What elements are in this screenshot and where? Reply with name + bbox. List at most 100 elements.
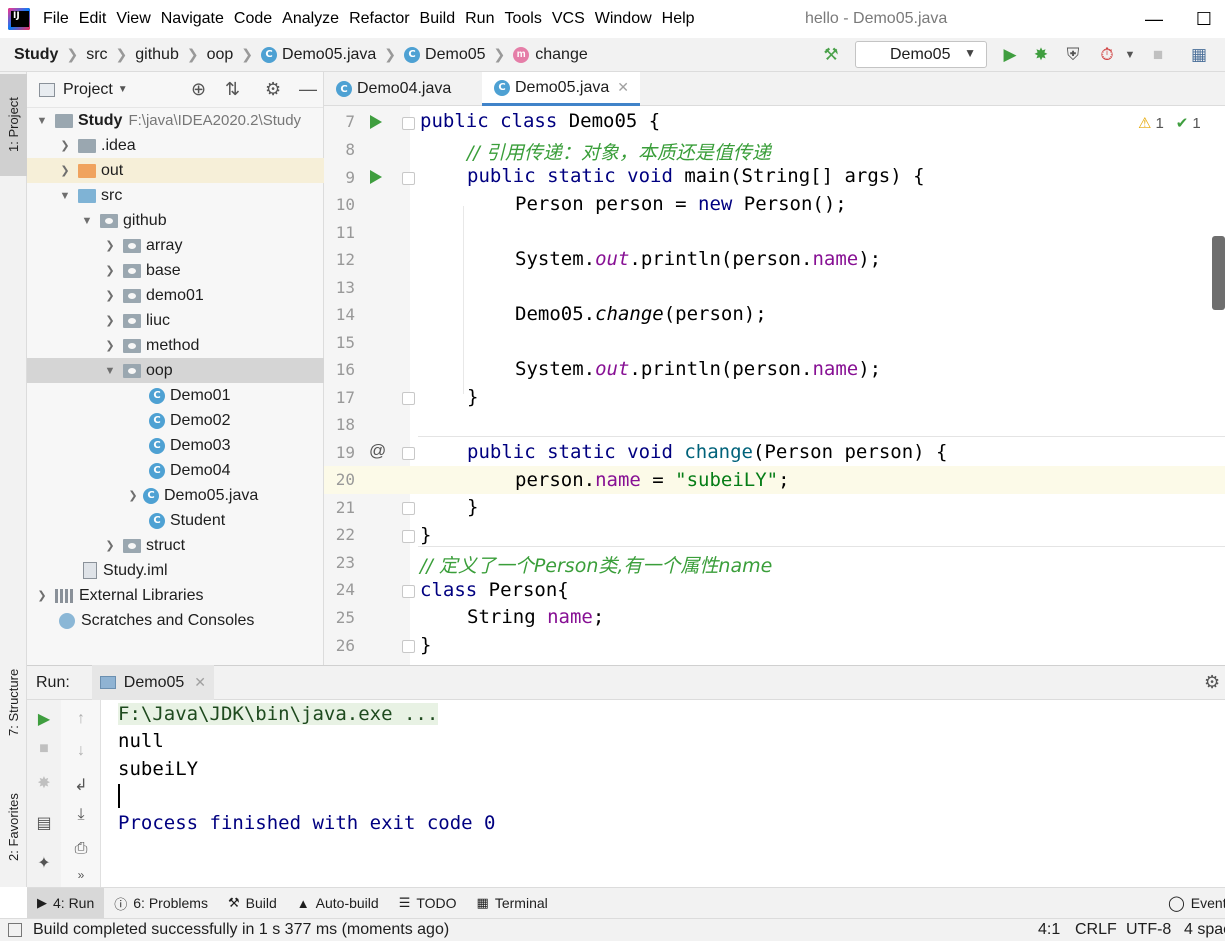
favorites-tool-tab[interactable]: 2: Favorites [0,772,27,882]
menu-file[interactable]: File [43,10,69,28]
minimize-button[interactable]: — [1140,6,1168,32]
toggle-tool-windows-icon[interactable] [8,923,22,937]
tree-item-out[interactable]: ❯ out [27,158,324,183]
menu-code[interactable]: Code [234,10,272,28]
tree-item-demo02[interactable]: C Demo02 [27,408,324,433]
breadcrumb-src[interactable]: src ❯ [86,46,127,64]
structure-tool-tab[interactable]: 7: Structure [0,642,27,762]
menu-analyze[interactable]: Analyze [282,10,339,28]
fold-icon[interactable] [402,392,415,405]
collapse-all-icon[interactable]: ⇅ [225,79,240,100]
hide-panel-icon[interactable]: — [299,79,317,100]
chevron-right-icon[interactable]: ❯ [126,489,140,502]
tree-item-idea[interactable]: ❯ .idea [27,133,324,158]
breadcrumb-oop[interactable]: oop ❯ [207,46,253,64]
menu-window[interactable]: Window [595,10,652,28]
run-icon[interactable]: ▶ [999,44,1021,66]
chevron-right-icon[interactable]: ❯ [103,314,117,327]
menu-tools[interactable]: Tools [504,10,541,28]
tree-item-demo04[interactable]: C Demo04 [27,458,324,483]
tool-tab-problems[interactable]: ⓘ 6: Problems [104,888,218,919]
print-icon[interactable]: ⎙ [70,838,92,860]
tool-tab-auto-build[interactable]: ▲ Auto-build [287,888,389,919]
inspection-widget[interactable]: ⚠ 1 ✔ 1 [1138,114,1201,133]
chevron-down-icon[interactable]: ▼ [80,215,94,227]
menu-vcs[interactable]: VCS [552,10,585,28]
layout-icon[interactable]: ▤ [33,812,55,834]
file-encoding[interactable]: UTF-8 [1126,921,1171,939]
override-at-icon[interactable]: @ [369,441,386,461]
chevron-right-icon[interactable]: ❯ [103,289,117,302]
caret-position[interactable]: 4:1 [1038,921,1060,939]
menu-navigate[interactable]: Navigate [161,10,224,28]
tool-tab-todo[interactable]: ☰ TODO [389,888,467,919]
fold-icon[interactable] [402,585,415,598]
breadcrumb-demo05[interactable]: C Demo05 ❯ [404,46,505,64]
tree-item-demo01[interactable]: C Demo01 [27,383,324,408]
soft-wrap-icon[interactable]: ↲ [70,774,92,796]
tree-item-demo05-java[interactable]: ❯ C Demo05.java [27,483,324,508]
tree-item-array[interactable]: ❯ array [27,233,324,258]
code-editor[interactable]: 7 8 9 10 11 12 13 14 15 16 17 18 19 20 2… [324,106,1225,665]
project-view-selector[interactable]: Project [63,81,113,99]
pin-icon[interactable]: ✦ [33,852,55,874]
coverage-icon[interactable]: ⛨ [1062,44,1084,66]
menu-view[interactable]: View [116,10,150,28]
tool-tab-terminal[interactable]: ▦ Terminal [467,888,558,919]
run-configuration-select[interactable]: Demo05 ▼ [855,41,987,68]
rerun-icon[interactable]: ▶ [33,708,55,730]
more-icon[interactable]: » [70,864,92,886]
breadcrumb-change[interactable]: m change [513,46,588,64]
caret-down-icon[interactable]: ▼ [1119,44,1141,66]
close-icon[interactable]: ✕ [617,79,629,96]
tab-demo04-java[interactable]: C Demo04.java [324,72,482,106]
chevron-right-icon[interactable]: ❯ [103,339,117,352]
chevron-right-icon[interactable]: ❯ [103,539,117,552]
tree-item-student[interactable]: C Student [27,508,324,533]
chevron-right-icon[interactable]: ❯ [58,164,72,177]
tool-tab-event-log[interactable]: ◯ Event [1158,888,1225,919]
chevron-right-icon[interactable]: ❯ [35,589,49,602]
fold-icon[interactable] [402,447,415,460]
chevron-right-icon[interactable]: ❯ [58,139,72,152]
tab-demo05-java[interactable]: C Demo05.java ✕ [482,72,640,106]
tree-item-demo01-pkg[interactable]: ❯ demo01 [27,283,324,308]
debug-bug-icon[interactable]: ✸ [33,772,55,794]
locate-file-icon[interactable]: ⊕ [191,79,206,100]
breadcrumb-study[interactable]: Study ❯ [14,46,78,64]
breadcrumb-demo05-java[interactable]: C Demo05.java ❯ [261,46,396,64]
indent-setting[interactable]: 4 spac [1184,921,1225,939]
debug-bug-icon[interactable]: ✸ [1030,44,1052,66]
tree-item-scratches[interactable]: Scratches and Consoles [27,608,324,633]
tree-item-study[interactable]: ▼ Study F:\java\IDEA2020.2\Study [27,108,324,133]
run-class-gutter-icon[interactable] [370,115,382,129]
fold-icon[interactable] [402,117,415,130]
tree-item-method[interactable]: ❯ method [27,333,324,358]
tree-item-src[interactable]: ▼ src [27,183,324,208]
gear-icon[interactable]: ⚙ [265,79,281,100]
close-icon[interactable]: ✕ [194,674,206,691]
caret-down-icon[interactable]: ▼ [118,84,128,95]
menu-help[interactable]: Help [662,10,695,28]
tree-item-external-libraries[interactable]: ❯ External Libraries [27,583,324,608]
stop-icon[interactable]: ■ [33,738,55,760]
stop-icon[interactable]: ■ [1147,44,1169,66]
status-message[interactable]: Build completed successfully in 1 s 377 … [33,921,449,939]
fold-icon[interactable] [402,502,415,515]
fold-icon[interactable] [402,172,415,185]
menu-edit[interactable]: Edit [79,10,107,28]
maximize-button[interactable]: ☐ [1190,6,1218,32]
chevron-right-icon[interactable]: ❯ [103,264,117,277]
gear-icon[interactable]: ⚙ [1204,672,1220,693]
menu-build[interactable]: Build [420,10,456,28]
editor-scrollbar[interactable] [1212,236,1225,310]
arrow-down-icon[interactable]: ↓ [70,740,92,762]
run-tab-demo05[interactable]: Demo05 ✕ [91,665,215,700]
tree-item-base[interactable]: ❯ base [27,258,324,283]
chevron-down-icon[interactable]: ▼ [35,115,49,127]
menu-refactor[interactable]: Refactor [349,10,409,28]
tool-tab-build[interactable]: ⚒ Build [218,888,287,919]
tree-item-study-iml[interactable]: Study.iml [27,558,324,583]
breadcrumb-github[interactable]: github ❯ [135,46,198,64]
scroll-to-end-icon[interactable]: ⤓ [70,804,92,826]
